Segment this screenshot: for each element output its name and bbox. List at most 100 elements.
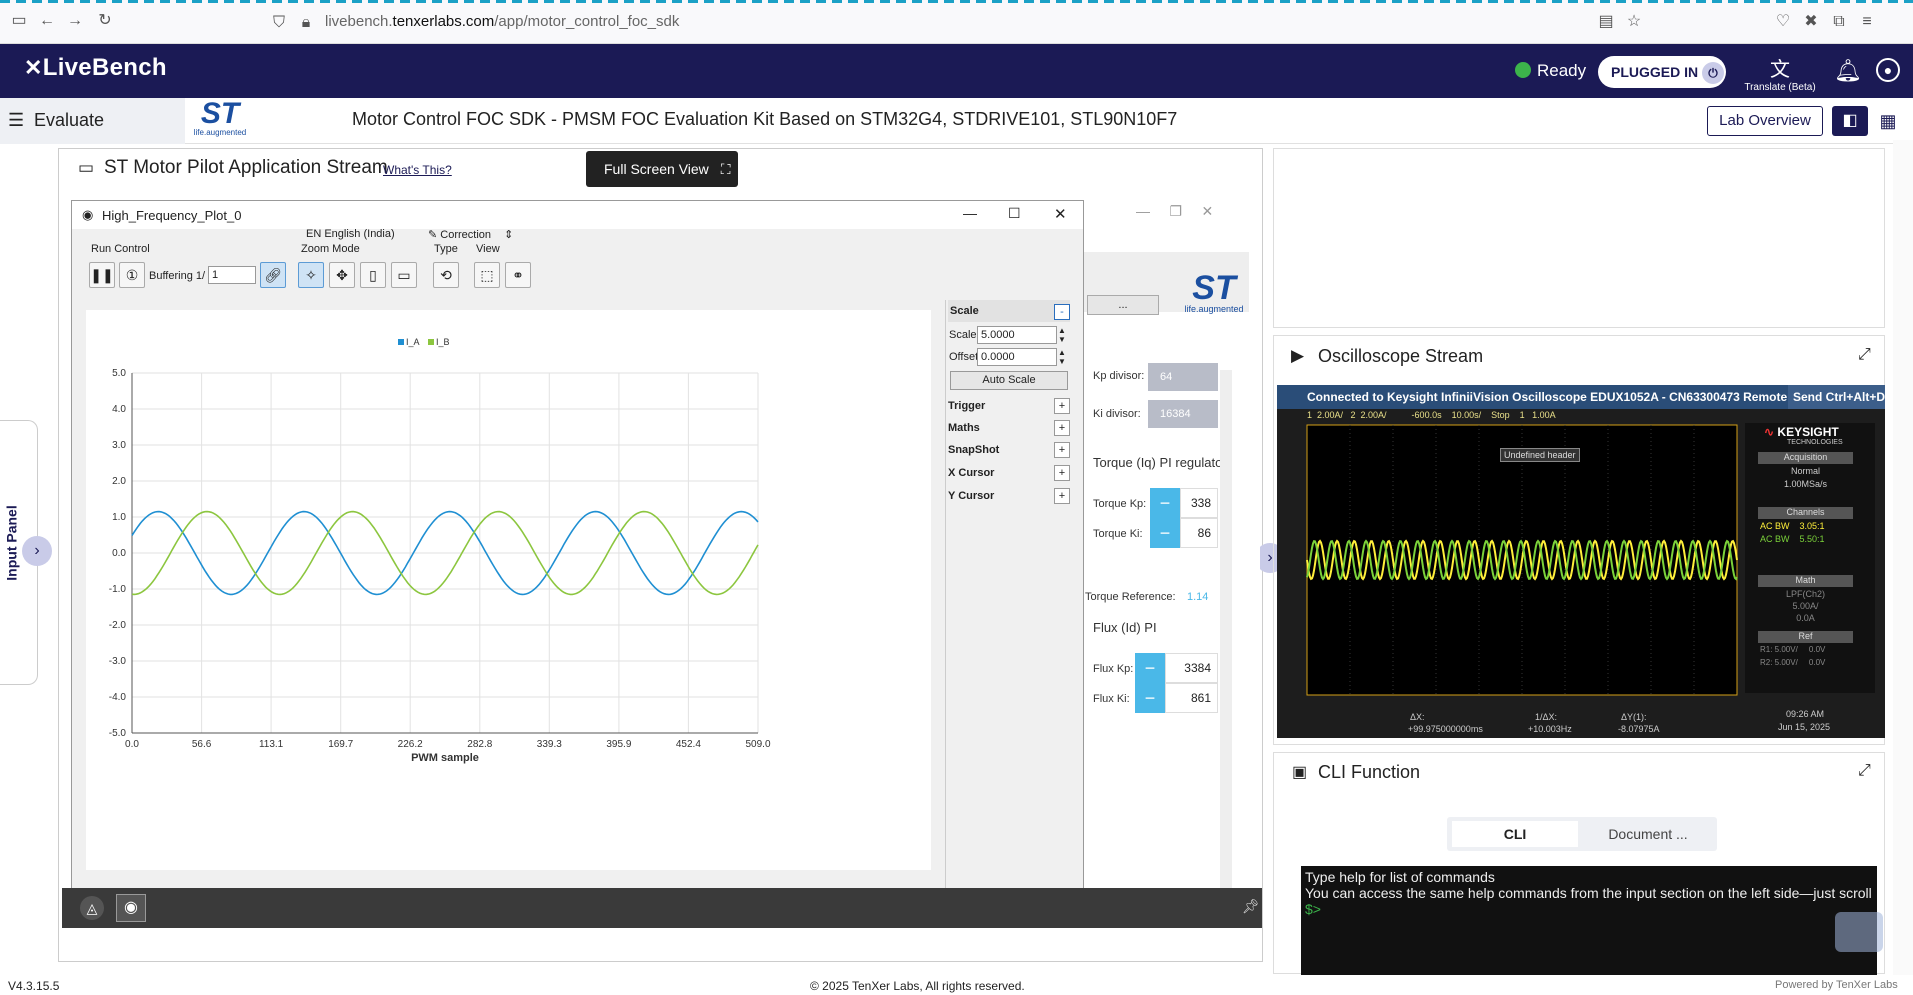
x-axis-label: PWM sample (411, 752, 479, 764)
oscilloscope-expand-icon[interactable]: ⤢ (1858, 346, 1871, 364)
bg-ellipsis-button[interactable]: ... (1087, 295, 1159, 315)
buffering-spinbox[interactable]: 1 (208, 266, 256, 284)
x-tick-label: 0.0 (125, 739, 139, 750)
bg-scrollbar[interactable] (1220, 370, 1232, 890)
evaluate-menu[interactable]: ☰ Evaluate (0, 98, 185, 144)
torque-kp-field[interactable]: 338 (1180, 488, 1218, 518)
st-logo-small: ST life.augmented (1184, 269, 1244, 314)
run-control-label: Run Control (91, 243, 150, 255)
single-shot-icon[interactable]: ① (119, 262, 145, 288)
cli-line-1: Type help for list of commands (1305, 869, 1495, 885)
correction-button[interactable]: ✎ Correction ⇕ (428, 228, 513, 241)
minimize-icon[interactable]: — (963, 205, 977, 221)
offset-input[interactable]: 0.0000 (977, 348, 1057, 366)
expand-snapshot-button[interactable]: + (1054, 442, 1070, 458)
chat-bubble-icon[interactable] (1835, 912, 1883, 952)
evaluate-label: Evaluate (34, 110, 105, 130)
extensions-icon[interactable]: ⧉ (1828, 11, 1850, 33)
pin-icon[interactable]: 📌︎ (1242, 898, 1260, 915)
tab-document[interactable]: Document ... (1585, 821, 1711, 847)
grid-view-icon[interactable]: ▦ (1872, 106, 1904, 136)
y-tick-label: -3.0 (109, 656, 127, 667)
scale-input[interactable]: 5.0000 (977, 326, 1057, 344)
flux-ki-minus-button[interactable]: − (1135, 683, 1165, 713)
cli-line-2: You can access the same help commands fr… (1305, 885, 1872, 901)
lab-overview-button[interactable]: Lab Overview (1707, 106, 1823, 136)
torque-pi-heading: Torque (Iq) PI regulato (1093, 455, 1223, 470)
user-avatar-icon[interactable]: ● (1876, 58, 1900, 82)
section-trigger[interactable]: Trigger (948, 395, 1070, 417)
notification-bell-icon[interactable]: 🔔︎ (1834, 58, 1862, 84)
section-y-cursor[interactable]: Y Cursor (948, 485, 1070, 507)
url-text[interactable]: livebench.tenxerlabs.com/app/motor_contr… (325, 13, 679, 30)
split-view-icon[interactable]: ◧ (1832, 106, 1868, 136)
zoom-horizontal-icon[interactable]: ▭ (391, 262, 417, 288)
menu-icon[interactable]: ≡ (1856, 11, 1878, 33)
plot-type-icon[interactable]: ⟲ (433, 262, 459, 288)
tab-cli[interactable]: CLI (1452, 821, 1578, 847)
torque-ki-minus-button[interactable]: − (1150, 518, 1180, 548)
hamburger-icon[interactable]: ☰ (8, 110, 24, 131)
section-x-cursor[interactable]: X Cursor (948, 462, 1070, 484)
torque-ref-value: 1.14 (1187, 591, 1209, 603)
browser-toolbar: ▭ ← → ↻ ⛉ 🔒︎ livebench.tenxerlabs.com/ap… (0, 0, 1913, 44)
remote-taskbar: ◬ ◉ 📌︎ (62, 888, 1262, 928)
expand-maths-button[interactable]: + (1054, 420, 1070, 436)
scale-spin-icon[interactable]: ▲ ▼ (1058, 326, 1066, 344)
expand-x-cursor-button[interactable]: + (1054, 465, 1070, 481)
section-maths[interactable]: Maths (948, 417, 1070, 439)
link-icon[interactable]: 🔗︎ (260, 262, 286, 288)
zoom-xy-icon[interactable]: ✧ (298, 262, 324, 288)
bookmark-star-icon[interactable]: ☆ (1623, 11, 1645, 33)
keysight-sub: TECHNOLOGIES (1787, 439, 1843, 446)
close-icon[interactable]: ✕ (1054, 205, 1067, 223)
send-ctrl-alt-del-button[interactable]: Send Ctrl+Alt+Del (1788, 385, 1885, 409)
language-selector[interactable]: EN English (India) (306, 228, 395, 240)
translate-button[interactable]: 文 Translate (Beta) (1735, 53, 1825, 93)
ki-divisor-field[interactable]: 16384 (1148, 400, 1218, 428)
expand-trigger-button[interactable]: + (1054, 398, 1070, 414)
x-tick-label: 282.8 (467, 739, 492, 750)
flux-kp-field[interactable]: 3384 (1165, 653, 1218, 683)
back-icon[interactable]: ← (36, 10, 58, 32)
page-scrollbar[interactable] (1893, 140, 1913, 980)
flux-kp-minus-button[interactable]: − (1135, 653, 1165, 683)
reload-icon[interactable]: ↻ (94, 10, 116, 32)
cli-expand-icon[interactable]: ⤢ (1858, 762, 1871, 780)
plugged-in-button[interactable]: PLUGGED IN ⏻ (1598, 56, 1726, 88)
torque-kp-minus-button[interactable]: − (1150, 488, 1180, 518)
expand-y-cursor-button[interactable]: + (1054, 488, 1070, 504)
scale-collapse-button[interactable]: - (1054, 304, 1070, 320)
reader-icon[interactable]: ▤ (1595, 11, 1617, 33)
shield-icon[interactable]: ⛉ (268, 12, 290, 34)
whats-this-link[interactable]: What's This? (383, 163, 452, 177)
forward-icon[interactable]: → (64, 10, 86, 32)
zoom-pan-icon[interactable]: ✥ (329, 262, 355, 288)
view-binoculars-icon[interactable]: ⚭ (505, 262, 531, 288)
livebench-logo[interactable]: ✕LiveBench (24, 54, 167, 82)
view-label: View (476, 243, 500, 255)
torque-ki-field[interactable]: 86 (1180, 518, 1218, 548)
full-screen-button[interactable]: Full Screen View ⛶ (586, 151, 738, 187)
maximize-icon[interactable]: ☐ (1008, 205, 1021, 222)
view-fit-icon[interactable]: ⬚ (474, 262, 500, 288)
zoom-vertical-icon[interactable]: ▯ (360, 262, 386, 288)
offset-spin-icon[interactable]: ▲ ▼ (1058, 348, 1066, 366)
auto-scale-button[interactable]: Auto Scale (950, 371, 1068, 390)
expand-input-panel-icon[interactable]: › (22, 536, 52, 566)
math-1: LPF(Ch2) (1785, 589, 1825, 599)
taskbar-app-icon[interactable]: ◬ (80, 896, 104, 920)
osc-date: Jun 15, 2025 (1778, 722, 1831, 732)
taskbar-motor-pilot-icon[interactable]: ◉ (116, 894, 146, 922)
pause-icon[interactable]: ❚❚ (89, 262, 115, 288)
cli-prompt: $> (1305, 901, 1321, 917)
kp-divisor-field[interactable]: 64 (1148, 363, 1218, 391)
section-snapshot[interactable]: SnapShot (948, 439, 1070, 461)
sidebar-toggle-icon[interactable]: ▭ (8, 10, 30, 32)
flux-kp-label: Flux Kp: (1093, 663, 1134, 675)
status-dot-icon (1515, 62, 1531, 78)
flux-ki-field[interactable]: 861 (1165, 683, 1218, 713)
cli-terminal[interactable]: Type help for list of commands You can a… (1301, 866, 1877, 976)
extension-x-icon[interactable]: ✖ (1800, 11, 1822, 33)
pocket-icon[interactable]: ♡ (1772, 11, 1794, 33)
